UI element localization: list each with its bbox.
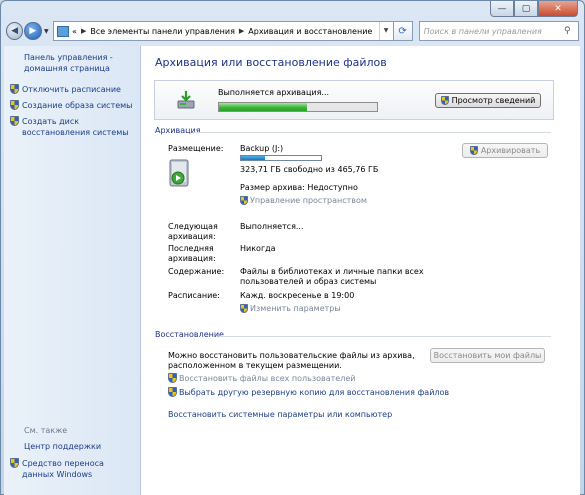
recent-pages-dropdown[interactable]: ▼ <box>42 28 52 35</box>
location-label: Размещение: <box>168 144 224 153</box>
location-value: Backup (J:) <box>240 144 284 153</box>
close-button[interactable]: ✕ <box>538 1 578 17</box>
refresh-icon: ⟳ <box>398 25 407 37</box>
shield-icon <box>240 196 248 205</box>
contents-label: Содержание: <box>168 267 225 276</box>
address-dropdown-icon[interactable]: ▼ <box>378 22 393 40</box>
address-bar[interactable]: « ▶ Все элементы панели управления ▶ Арх… <box>53 21 394 41</box>
restore-my-files-label: Восстановить мои файлы <box>433 351 542 360</box>
restore-my-files-button[interactable]: Восстановить мои файлы <box>430 348 545 363</box>
refresh-button[interactable]: ⟳ <box>393 21 413 41</box>
search-input[interactable]: Поиск в панели управления ⚲ <box>418 21 579 41</box>
maximize-button[interactable]: ▢ <box>514 1 538 17</box>
minimize-button[interactable]: — <box>490 1 514 17</box>
main-content: Архивация или восстановление файлов Выпо… <box>140 46 580 495</box>
breadcrumb-separator-icon[interactable]: ▶ <box>81 27 86 35</box>
choose-other-backup-link[interactable]: Выбрать другую резервную копию для восст… <box>168 387 449 397</box>
navigation-bar: ◀ ▶ ▼ « ▶ Все элементы панели управления… <box>6 19 579 43</box>
shield-icon <box>10 84 19 94</box>
free-space-text: 323,71 ГБ свободно из 465,76 ГБ <box>240 165 379 174</box>
archive-button-label: Архивировать <box>480 146 541 155</box>
shield-icon <box>168 373 177 383</box>
restore-section-heading: Восстановление <box>155 330 224 339</box>
sidebar-item-label[interactable]: Создание образа системы <box>22 100 140 111</box>
control-panel-icon <box>57 25 70 37</box>
sidebar-item-create-image[interactable]: Создание образа системы <box>10 100 140 111</box>
sidebar: Панель управления - домашняя страница От… <box>4 46 140 495</box>
schedule-value: Кажд. воскресенье в 19:00 <box>240 291 355 300</box>
contents-value: Файлы в библиотеках и личные папки всех … <box>240 267 424 286</box>
restore-all-users-label: Восстановить файлы всех пользователей <box>179 373 356 383</box>
progress-fill <box>219 103 308 111</box>
progress-status-text: Выполняется архивация... <box>218 88 330 97</box>
breadcrumb-all-items[interactable]: Все элементы панели управления <box>90 27 235 36</box>
breadcrumb-backup[interactable]: Архивация и восстановление <box>248 27 372 36</box>
archive-button[interactable]: Архивировать <box>462 143 548 158</box>
section-divider <box>219 336 551 337</box>
shield-icon <box>240 304 248 313</box>
sidebar-item-label[interactable]: Отключить расписание <box>22 84 140 95</box>
page-title: Архивация или восстановление файлов <box>155 56 387 69</box>
view-details-label: Просмотр сведений <box>451 96 536 105</box>
change-settings-link[interactable]: Изменить параметры <box>240 304 341 313</box>
breadcrumb-separator-icon[interactable]: ▶ <box>239 27 244 35</box>
next-backup-value: Выполняется... <box>240 222 304 231</box>
last-backup-label: Последняя архивация: <box>168 244 216 263</box>
sidebar-link-action-center[interactable]: Центр поддержки <box>24 442 101 451</box>
disk-space-fill <box>241 156 265 160</box>
backup-progress-bar <box>218 102 378 112</box>
sidebar-item-label[interactable]: Средство переноса данных Windows <box>22 458 134 480</box>
shield-icon <box>10 458 19 468</box>
choose-other-backup-label: Выбрать другую резервную копию для восст… <box>179 387 450 397</box>
shield-icon <box>10 116 19 126</box>
breadcrumb-overflow[interactable]: « <box>72 27 77 36</box>
restore-description: Можно восстановить пользовательские файл… <box>168 351 415 370</box>
schedule-label: Расписание: <box>168 291 220 300</box>
forward-button[interactable]: ▶ <box>24 22 42 40</box>
change-settings-label: Изменить параметры <box>250 304 341 313</box>
sidebar-home-link[interactable]: Панель управления - домашняя страница <box>24 52 134 74</box>
backup-in-progress-icon <box>177 91 195 109</box>
shield-icon <box>10 100 19 110</box>
view-details-button[interactable]: Просмотр сведений <box>435 93 541 108</box>
shield-icon <box>469 146 478 155</box>
sidebar-item-recovery-disk[interactable]: Создать диск восстановления системы <box>10 116 140 138</box>
shield-icon <box>440 96 449 105</box>
sidebar-item-disable-schedule[interactable]: Отключить расписание <box>10 84 140 95</box>
section-divider <box>193 132 551 133</box>
restore-system-label: Восстановить системные параметры или ком… <box>168 410 393 419</box>
archive-size-text: Размер архива: Недоступно <box>240 183 358 192</box>
back-button[interactable]: ◀ <box>6 22 24 40</box>
search-icon[interactable]: ⚲ <box>564 26 578 36</box>
restore-system-link[interactable]: Восстановить системные параметры или ком… <box>168 410 392 419</box>
backup-section-heading: Архивация <box>155 126 201 135</box>
backup-progress-panel: Выполняется архивация... Просмотр сведен… <box>154 80 554 120</box>
forward-arrow-icon: ▶ <box>29 26 37 36</box>
search-placeholder: Поиск в панели управления <box>423 26 542 36</box>
manage-space-link[interactable]: Управление пространством <box>240 196 367 205</box>
next-backup-label: Следующая архивация: <box>168 222 218 241</box>
back-arrow-icon: ◀ <box>11 26 19 36</box>
disk-space-bar <box>240 155 322 161</box>
see-also-heading: См. также <box>24 426 68 435</box>
restore-all-users-link[interactable]: Восстановить файлы всех пользователей <box>168 373 355 383</box>
sidebar-item-label[interactable]: Создать диск восстановления системы <box>22 116 140 138</box>
sidebar-link-easy-transfer[interactable]: Средство переноса данных Windows <box>10 458 134 480</box>
last-backup-value: Никогда <box>240 244 276 253</box>
shield-icon <box>168 387 177 397</box>
manage-space-label: Управление пространством <box>250 196 367 205</box>
backup-drive-icon <box>169 159 189 187</box>
window-controls: — ▢ ✕ <box>490 1 578 17</box>
